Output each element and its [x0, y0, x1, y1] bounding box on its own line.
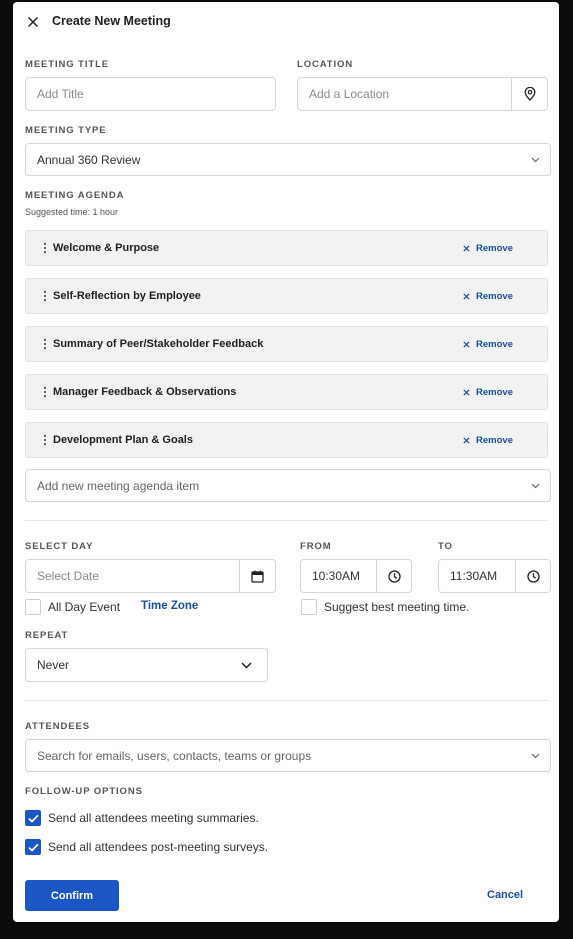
meeting-type-value: Annual 360 Review [37, 152, 141, 167]
chevron-down-icon [531, 753, 540, 759]
meeting-title-input[interactable]: Add Title [25, 77, 276, 111]
followup-surveys-checkbox[interactable] [25, 839, 41, 855]
agenda-item[interactable]: Self-Reflection by Employee Remove [25, 278, 548, 314]
close-icon [463, 436, 470, 444]
meeting-title-placeholder: Add Title [37, 87, 84, 101]
to-label: TO [438, 541, 453, 552]
from-time-value: 10:30AM [312, 569, 361, 583]
confirm-button[interactable]: Confirm [25, 880, 119, 911]
divider [25, 700, 548, 701]
checkmark-icon [27, 814, 39, 823]
followup-summaries-label: Send all attendees meeting summaries. [48, 811, 259, 825]
to-time-value: 11:30AM [450, 569, 498, 583]
remove-button[interactable]: Remove [463, 339, 513, 350]
chevron-down-icon [241, 661, 252, 669]
remove-label: Remove [476, 338, 513, 350]
attendees-search-input[interactable]: Search for emails, users, contacts, team… [25, 739, 551, 772]
date-placeholder: Select Date [37, 569, 100, 583]
page-title: Create New Meeting [52, 14, 171, 28]
agenda-item[interactable]: Summary of Peer/Stakeholder Feedback Rem… [25, 326, 548, 362]
suggest-time-label: Suggest best meeting time. [324, 600, 470, 614]
checkmark-icon [27, 843, 39, 852]
followup-summaries-checkbox[interactable] [25, 810, 41, 826]
from-label: FROM [300, 541, 332, 552]
meeting-type-select[interactable]: Annual 360 Review [25, 143, 551, 176]
meeting-type-label: MEETING TYPE [25, 125, 107, 136]
time-zone-link[interactable]: Time Zone [141, 600, 198, 612]
all-day-label: All Day Event [48, 600, 121, 614]
location-label: LOCATION [297, 59, 354, 70]
create-meeting-panel: Create New Meeting MEETING TITLE Add Tit… [13, 2, 559, 922]
agenda-item-label: Development Plan & Goals [53, 434, 193, 446]
chevron-down-icon [531, 157, 540, 163]
location-input[interactable]: Add a Location [297, 77, 548, 111]
remove-label: Remove [476, 434, 513, 446]
drag-handle-icon[interactable] [38, 291, 52, 301]
divider [25, 520, 548, 521]
repeat-select[interactable]: Never [25, 648, 268, 682]
meeting-title-label: MEETING TITLE [25, 59, 110, 70]
location-placeholder: Add a Location [309, 87, 390, 101]
agenda-item-label: Manager Feedback & Observations [53, 386, 237, 398]
agenda-item-label: Summary of Peer/Stakeholder Feedback [53, 338, 264, 350]
remove-button[interactable]: Remove [463, 243, 513, 254]
repeat-value: Never [37, 658, 70, 672]
agenda-item[interactable]: Manager Feedback & Observations Remove [25, 374, 548, 410]
add-agenda-item-select[interactable]: Add new meeting agenda item [25, 469, 551, 502]
remove-button[interactable]: Remove [463, 387, 513, 398]
remove-button[interactable]: Remove [463, 435, 513, 446]
remove-label: Remove [476, 290, 513, 302]
followup-surveys-label: Send all attendees post-meeting surveys. [48, 840, 269, 854]
close-icon [463, 292, 470, 300]
agenda-hint: Suggested time: 1 hour [25, 207, 119, 217]
repeat-label: REPEAT [25, 630, 69, 641]
agenda-item[interactable]: Welcome & Purpose Remove [25, 230, 548, 266]
map-pin-icon[interactable] [511, 78, 547, 110]
drag-handle-icon[interactable] [38, 243, 52, 253]
to-time-input[interactable]: 11:30AM [438, 559, 551, 593]
drag-handle-icon[interactable] [38, 339, 52, 349]
followup-label: FOLLOW-UP OPTIONS [25, 786, 143, 797]
drag-handle-icon[interactable] [38, 435, 52, 445]
clock-icon[interactable] [376, 560, 411, 592]
agenda-item-label: Welcome & Purpose [53, 242, 160, 254]
date-input[interactable]: Select Date [25, 559, 276, 593]
calendar-icon[interactable] [239, 560, 275, 592]
from-time-input[interactable]: 10:30AM [300, 559, 412, 593]
attendees-placeholder: Search for emails, users, contacts, team… [37, 748, 312, 763]
clock-icon[interactable] [515, 560, 550, 592]
close-icon[interactable] [25, 14, 41, 30]
remove-label: Remove [476, 386, 513, 398]
agenda-item[interactable]: Development Plan & Goals Remove [25, 422, 548, 458]
close-icon [463, 340, 470, 348]
add-agenda-item-placeholder: Add new meeting agenda item [37, 478, 200, 493]
all-day-checkbox[interactable] [25, 599, 41, 615]
chevron-down-icon [531, 483, 540, 489]
remove-label: Remove [476, 242, 513, 254]
attendees-label: ATTENDEES [25, 721, 90, 732]
drag-handle-icon[interactable] [38, 387, 52, 397]
close-icon [463, 388, 470, 396]
close-icon [463, 244, 470, 252]
agenda-label: MEETING AGENDA [25, 190, 125, 201]
suggest-time-checkbox[interactable] [301, 599, 317, 615]
select-day-label: SELECT DAY [25, 541, 94, 552]
remove-button[interactable]: Remove [463, 291, 513, 302]
agenda-item-label: Self-Reflection by Employee [53, 290, 201, 302]
cancel-button[interactable]: Cancel [487, 889, 523, 901]
